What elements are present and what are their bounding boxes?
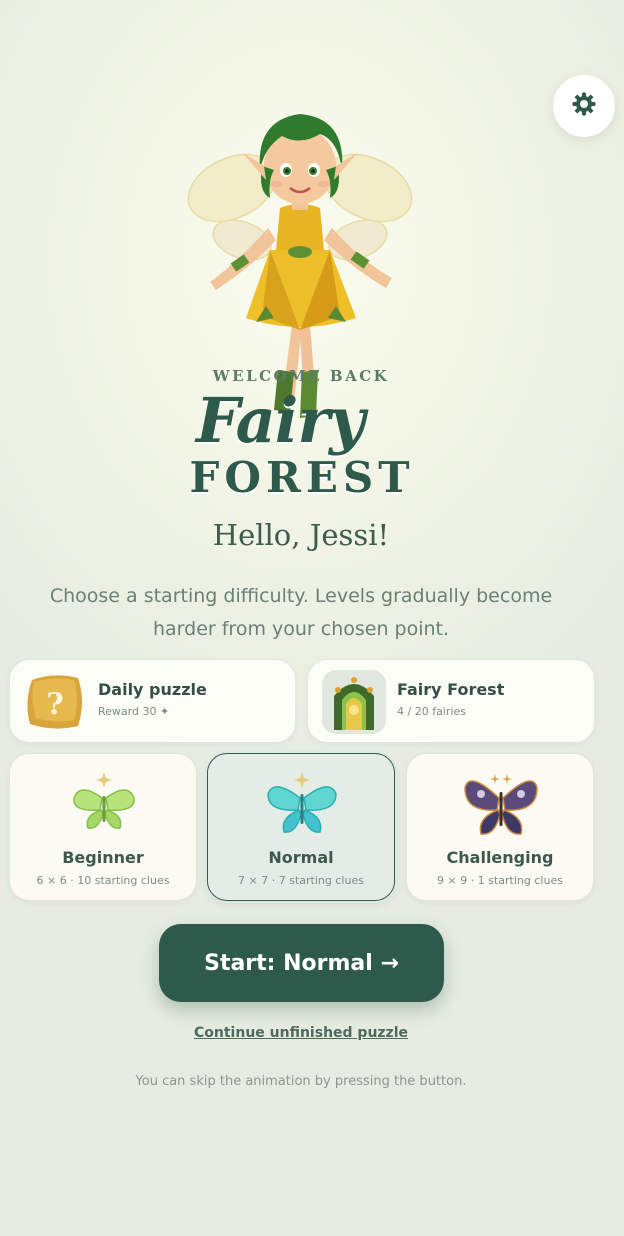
start-button[interactable]: Start: Normal → (159, 924, 444, 1002)
difficulty-normal-label: Normal (268, 848, 334, 867)
forest-portal-icon (322, 670, 386, 738)
daily-puzzle-reward: Reward 30 ✦ (98, 705, 170, 718)
svg-text:?: ? (46, 687, 64, 722)
logo-forest-text: FOREST (189, 453, 415, 502)
skip-animation-hint: You can skip the animation by pressing t… (135, 1074, 467, 1089)
difficulty-normal-details: 7 × 7 · 7 starting clues (238, 874, 364, 887)
difficulty-challenging-label: Challenging (446, 848, 554, 867)
daily-puzzle-card[interactable]: ? Daily puzzle Reward 30 ✦ (9, 659, 296, 743)
question-mark-icon: ? (24, 672, 86, 736)
fairy-forest-card[interactable]: Fairy Forest 4 / 20 fairies (307, 659, 595, 743)
welcome-label: WELCOME BACK (212, 367, 390, 385)
daily-puzzle-title: Daily puzzle (98, 680, 207, 699)
continue-unfinished-link[interactable]: Continue unfinished puzzle (0, 1025, 602, 1041)
logo-fairy-text: Fairy (195, 384, 365, 457)
difficulty-challenging[interactable]: Challenging 9 × 9 · 1 starting clues (406, 753, 594, 901)
difficulty-beginner-label: Beginner (62, 848, 144, 867)
greeting: Hello, Jessi! (212, 518, 390, 552)
gear-icon (571, 91, 597, 121)
settings-button[interactable] (553, 75, 615, 137)
difficulty-beginner-details: 6 × 6 · 10 starting clues (36, 874, 170, 887)
difficulty-normal[interactable]: Normal 7 × 7 · 7 starting clues (207, 753, 395, 901)
intro-text: Choose a starting difficulty. Levels gra… (49, 585, 553, 640)
fairy-forest-progress: 4 / 20 fairies (397, 705, 466, 718)
difficulty-beginner[interactable]: Beginner 6 × 6 · 10 starting clues (9, 753, 197, 901)
fairy-forest-title: Fairy Forest (397, 680, 505, 699)
difficulty-challenging-details: 9 × 9 · 1 starting clues (437, 874, 563, 887)
